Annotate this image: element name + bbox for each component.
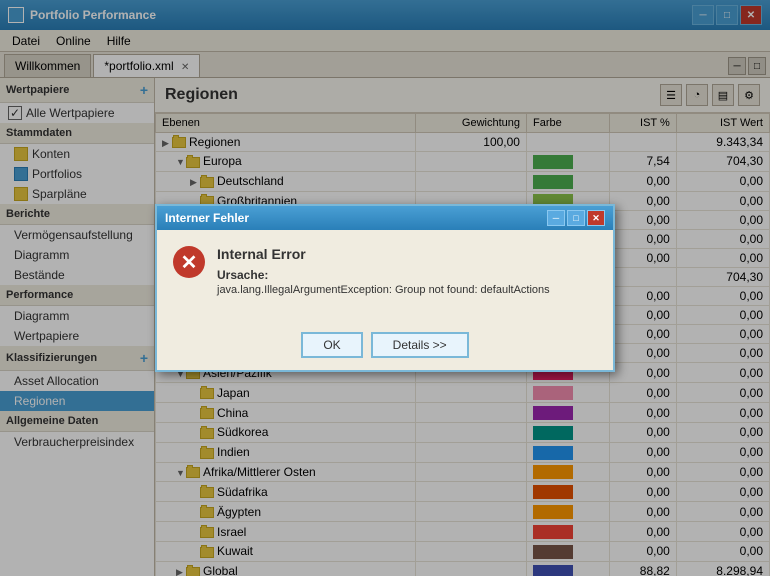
error-dialog: Interner Fehler ─ □ ✕ ✕ Internal Error U… (155, 204, 615, 372)
modal-minimize-btn[interactable]: ─ (547, 210, 565, 226)
error-icon: ✕ (173, 246, 205, 278)
modal-close-btn[interactable]: ✕ (587, 210, 605, 226)
modal-error-title: Internal Error (217, 246, 550, 262)
modal-header-row: ✕ Internal Error Ursache: java.lang.Ille… (173, 246, 597, 296)
modal-maximize-btn[interactable]: □ (567, 210, 585, 226)
modal-cause-label: Ursache: (217, 268, 550, 282)
modal-details-button[interactable]: Details >> (371, 332, 469, 358)
modal-content: Internal Error Ursache: java.lang.Illega… (217, 246, 550, 296)
modal-title-bar: Interner Fehler ─ □ ✕ (157, 206, 613, 230)
modal-body: ✕ Internal Error Ursache: java.lang.Ille… (157, 230, 613, 324)
modal-title-text: Interner Fehler (165, 211, 249, 225)
modal-overlay: Interner Fehler ─ □ ✕ ✕ Internal Error U… (0, 0, 770, 576)
modal-footer: OK Details >> (157, 324, 613, 370)
modal-cause-text: java.lang.IllegalArgumentException: Grou… (217, 284, 550, 296)
modal-ok-button[interactable]: OK (301, 332, 362, 358)
modal-window-controls: ─ □ ✕ (547, 210, 605, 226)
